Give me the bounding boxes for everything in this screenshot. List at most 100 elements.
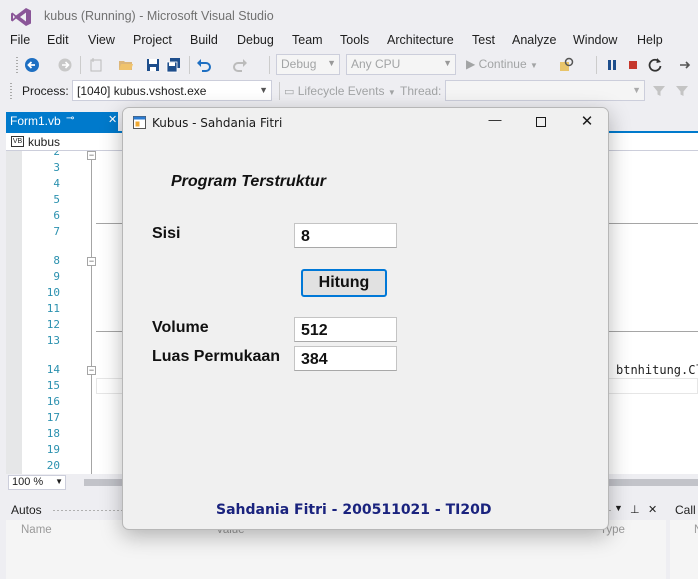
sisi-input[interactable]: 8 [294,223,397,248]
menu-test[interactable]: Test [472,33,495,47]
line-number: 10 [46,286,60,299]
redo-icon[interactable] [232,57,248,73]
menu-view[interactable]: View [88,33,115,47]
line-number: 18 [46,427,60,440]
solution-configuration-value: Debug [281,57,317,71]
call-stack-panel: Call N [670,500,698,579]
save-all-icon[interactable] [166,57,182,73]
flag-threads-icon[interactable] [674,83,690,99]
close-icon[interactable]: ✕ [108,113,117,126]
app-titlebar[interactable]: Kubus - Sahdania Fitri — ✕ [123,108,608,137]
toolbar-separator [80,56,81,74]
line-number: 17 [46,411,60,424]
solution-configuration-combo[interactable]: Debug ▼ [276,54,340,75]
pin-icon[interactable]: ⊸ [66,113,74,124]
menu-build[interactable]: Build [190,33,218,47]
sisi-label: Sisi [152,225,181,242]
menu-edit[interactable]: Edit [47,33,69,47]
toolbar-grip [16,57,18,73]
show-next-statement-icon[interactable] [677,57,693,73]
breakpoint-margin[interactable] [6,151,22,474]
solution-platform-combo[interactable]: Any CPU ▼ [346,54,456,75]
app-form-icon [133,116,146,129]
tab-form1-vb[interactable]: Form1.vb ⊸ ✕ [6,112,118,131]
menu-architecture[interactable]: Architecture [387,33,454,47]
chevron-down-icon[interactable]: ▼ [614,503,623,513]
hitung-button[interactable]: Hitung [301,269,387,297]
close-icon[interactable]: ✕ [648,503,657,516]
tab-label: Form1.vb [10,114,61,128]
line-number: 14 [46,363,60,376]
outline-guide [91,151,92,474]
chevron-down-icon: ▼ [259,85,268,95]
menu-team[interactable]: Team [292,33,323,47]
menu-file[interactable]: File [10,33,30,47]
chevron-down-icon: ▼ [55,477,63,486]
break-all-icon[interactable] [604,57,620,73]
close-button[interactable]: ✕ [564,112,608,134]
undo-icon[interactable] [196,57,212,73]
continue-button[interactable]: ▶ Continue ▼ [466,57,538,71]
window-title: kubus (Running) - Microsoft Visual Studi… [44,9,274,23]
visual-studio-logo-icon [11,8,31,26]
thread-combo[interactable]: ▼ [445,80,645,101]
line-number: 9 [53,270,60,283]
chevron-down-icon: ▼ [387,88,396,97]
collapse-icon[interactable]: − [87,366,96,375]
line-number: 20 [46,459,60,472]
process-value: [1040] kubus.vshost.exe [77,84,207,98]
toolbar-separator [279,82,280,100]
autos-title: Autos [11,503,42,517]
minimize-button[interactable]: — [472,112,518,134]
save-icon[interactable] [145,57,161,73]
menu-window[interactable]: Window [573,33,617,47]
line-number: 3 [53,161,60,174]
restart-icon[interactable] [647,57,663,73]
toolbar-grip [10,83,12,99]
volume-label: Volume [152,319,209,336]
chevron-down-icon: ▼ [632,85,641,95]
column-name[interactable]: N [694,524,698,536]
process-combo[interactable]: [1040] kubus.vshost.exe ▼ [72,80,272,101]
vb-file-icon: VB [11,136,24,147]
line-number: 19 [46,443,60,456]
line-number: 16 [46,395,60,408]
play-icon: ▶ [466,57,476,71]
program-heading: Program Terstruktur [171,173,326,190]
solution-platform-value: Any CPU [351,57,401,71]
pin-icon[interactable]: ⊥ [630,503,640,516]
line-number: 5 [53,193,60,206]
column-name[interactable]: Name [21,524,52,536]
stop-debugging-icon[interactable] [625,57,641,73]
project-dropdown[interactable]: kubus [28,135,60,149]
zoom-combo[interactable]: 100 % ▼ [8,475,66,490]
find-icon[interactable] [558,57,574,73]
luas-permukaan-output[interactable]: 384 [294,346,397,371]
ide-titlebar: kubus (Running) - Microsoft Visual Studi… [0,0,698,32]
collapse-icon[interactable]: − [87,151,96,160]
menu-debug[interactable]: Debug [237,33,274,47]
lifecycle-label: Lifecycle Events [297,84,385,98]
chevron-down-icon: ▼ [443,58,452,68]
menu-analyze[interactable]: Analyze [512,33,556,47]
code-text: btnhitung.Cl [616,363,698,377]
luas-permukaan-label: Luas Permukaan [152,348,281,365]
close-icon: ✕ [580,113,594,130]
collapse-icon[interactable]: − [87,257,96,266]
lifecycle-events-button[interactable]: ▭ Lifecycle Events ▼ [284,84,396,98]
open-file-icon[interactable] [118,57,134,73]
navigate-forward-icon[interactable] [57,57,73,73]
new-project-icon[interactable] [88,57,104,73]
toolbar-separator [596,56,597,74]
menu-tools[interactable]: Tools [340,33,369,47]
maximize-icon [536,117,546,127]
menu-help[interactable]: Help [637,33,663,47]
volume-output[interactable]: 512 [294,317,397,342]
navigate-back-icon[interactable] [24,57,40,73]
toolbar-separator [269,56,270,74]
maximize-button[interactable] [518,112,564,134]
menu-project[interactable]: Project [133,33,172,47]
standard-toolbar: Debug ▼ Any CPU ▼ ▶ Continue ▼ [0,52,698,78]
filter-icon[interactable] [651,83,667,99]
line-number: 4 [53,177,60,190]
